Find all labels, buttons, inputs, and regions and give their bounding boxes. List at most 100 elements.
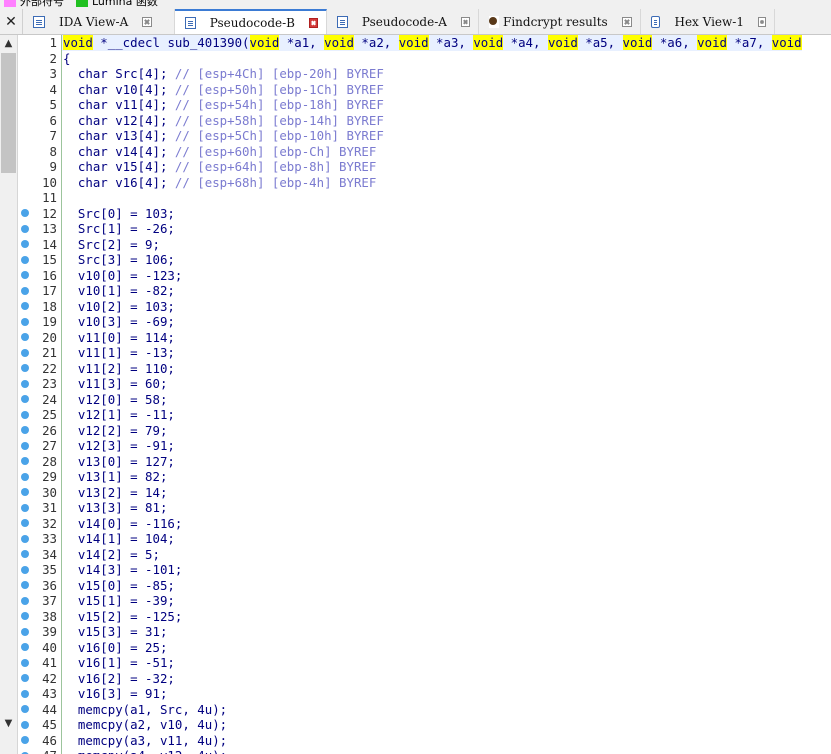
breakpoint-gutter[interactable]	[18, 720, 31, 729]
breakpoint-dot-icon[interactable]	[20, 674, 29, 683]
code-text[interactable]: void *__cdecl sub_401390(void *a1, void …	[62, 35, 802, 51]
code-line[interactable]: 21 v11[1] = -13;	[18, 345, 175, 361]
breakpoint-gutter[interactable]	[18, 736, 31, 745]
code-line[interactable]: 17 v10[1] = -82;	[18, 283, 175, 299]
breakpoint-gutter[interactable]	[18, 271, 31, 280]
code-text[interactable]: char v13[4]; // [esp+5Ch] [ebp-10h] BYRE…	[62, 128, 384, 144]
code-line[interactable]: 22 v11[2] = 110;	[18, 360, 175, 376]
close-all-icon[interactable]: ✕	[0, 9, 23, 34]
code-text[interactable]: Src[3] = 106;	[62, 252, 175, 268]
breakpoint-dot-icon[interactable]	[20, 627, 29, 636]
code-text[interactable]: char v16[4]; // [esp+68h] [ebp-4h] BYREF	[62, 175, 376, 191]
code-line[interactable]: 46 memcpy(a3, v11, 4u);	[18, 732, 227, 749]
scroll-down-icon[interactable]: ▼	[0, 715, 17, 732]
breakpoint-gutter[interactable]	[18, 627, 31, 636]
code-text[interactable]: memcpy(a1, Src, 4u);	[62, 702, 227, 718]
breakpoint-dot-icon[interactable]	[20, 596, 29, 605]
code-line[interactable]: 34 v14[2] = 5;	[18, 546, 160, 562]
vertical-scrollbar[interactable]: ▲ ▼	[0, 35, 18, 754]
code-line[interactable]: 36 v15[0] = -85;	[18, 577, 175, 593]
code-text[interactable]: v16[1] = -51;	[62, 655, 175, 671]
code-line[interactable]: 45 memcpy(a2, v10, 4u);	[18, 717, 227, 733]
breakpoint-dot-icon[interactable]	[20, 720, 29, 729]
code-line[interactable]: 29 v13[1] = 82;	[18, 469, 167, 485]
code-line[interactable]: 39 v15[3] = 31;	[18, 624, 167, 640]
breakpoint-dot-icon[interactable]	[20, 379, 29, 388]
breakpoint-dot-icon[interactable]	[20, 224, 29, 233]
breakpoint-gutter[interactable]	[18, 333, 31, 342]
breakpoint-gutter[interactable]	[18, 302, 31, 311]
code-line[interactable]: 35 v14[3] = -101;	[18, 562, 182, 578]
code-line[interactable]: 5 char v11[4]; // [esp+54h] [ebp-18h] BY…	[18, 97, 384, 113]
breakpoint-gutter[interactable]	[18, 550, 31, 559]
breakpoint-dot-icon[interactable]	[20, 736, 29, 745]
code-text[interactable]: v10[3] = -69;	[62, 314, 175, 330]
breakpoint-dot-icon[interactable]	[20, 612, 29, 621]
code-text[interactable]: v12[2] = 79;	[62, 423, 168, 439]
tab-ida-view-a[interactable]: IDA View-A	[23, 9, 175, 34]
breakpoint-dot-icon[interactable]	[20, 348, 29, 357]
code-text[interactable]: v15[1] = -39;	[62, 593, 175, 609]
breakpoint-dot-icon[interactable]	[20, 426, 29, 435]
code-line[interactable]: 41 v16[1] = -51;	[18, 655, 175, 671]
code-text[interactable]: v10[2] = 103;	[62, 299, 175, 315]
code-line[interactable]: 1 void *__cdecl sub_401390(void *a1, void…	[18, 35, 802, 51]
breakpoint-dot-icon[interactable]	[20, 441, 29, 450]
breakpoint-gutter[interactable]	[18, 410, 31, 419]
code-line[interactable]: 19 v10[3] = -69;	[18, 314, 175, 330]
breakpoint-dot-icon[interactable]	[20, 410, 29, 419]
pseudocode-editor[interactable]: 1 void *__cdecl sub_401390(void *a1, void…	[18, 35, 831, 754]
breakpoint-dot-icon[interactable]	[20, 643, 29, 652]
breakpoint-gutter[interactable]	[18, 519, 31, 528]
code-text[interactable]: v11[0] = 114;	[62, 330, 175, 346]
breakpoint-gutter[interactable]	[18, 503, 31, 512]
breakpoint-dot-icon[interactable]	[20, 534, 29, 543]
code-line[interactable]: 3 char Src[4]; // [esp+4Ch] [ebp-20h] BY…	[18, 66, 384, 82]
code-line[interactable]: 11	[18, 190, 63, 206]
breakpoint-gutter[interactable]	[18, 457, 31, 466]
breakpoint-gutter[interactable]	[18, 240, 31, 249]
tab-close-icon[interactable]	[621, 16, 632, 27]
code-text[interactable]: char v15[4]; // [esp+64h] [ebp-8h] BYREF	[62, 159, 376, 175]
breakpoint-gutter[interactable]	[18, 317, 31, 326]
code-text[interactable]: v11[3] = 60;	[62, 376, 168, 392]
code-line[interactable]: 31 v13[3] = 81;	[18, 500, 167, 516]
code-text[interactable]: Src[1] = -26;	[62, 221, 175, 237]
code-line[interactable]: 26 v12[2] = 79;	[18, 422, 168, 439]
code-text[interactable]: v13[3] = 81;	[62, 500, 168, 516]
breakpoint-dot-icon[interactable]	[20, 240, 29, 249]
breakpoint-gutter[interactable]	[18, 674, 31, 683]
code-line[interactable]: 38 v15[2] = -125;	[18, 608, 182, 625]
code-line[interactable]: 8 char v14[4]; // [esp+60h] [ebp-Ch] BYR…	[18, 143, 376, 159]
breakpoint-gutter[interactable]	[18, 705, 31, 714]
code-line[interactable]: 18 v10[2] = 103;	[18, 298, 175, 315]
code-line[interactable]: 23 v11[3] = 60;	[18, 376, 167, 392]
breakpoint-dot-icon[interactable]	[20, 488, 29, 497]
code-text[interactable]: char v11[4]; // [esp+54h] [ebp-18h] BYRE…	[62, 97, 384, 113]
code-text[interactable]: v14[1] = 104;	[62, 531, 175, 547]
code-text[interactable]: memcpy(a3, v11, 4u);	[62, 733, 227, 749]
code-text[interactable]: v10[1] = -82;	[62, 283, 175, 299]
tab-close-icon[interactable]	[309, 17, 318, 28]
breakpoint-dot-icon[interactable]	[20, 472, 29, 481]
breakpoint-gutter[interactable]	[18, 643, 31, 652]
breakpoint-dot-icon[interactable]	[20, 581, 29, 590]
code-line[interactable]: 33 v14[1] = 104;	[18, 531, 175, 547]
breakpoint-gutter[interactable]	[18, 209, 31, 218]
code-text[interactable]: v16[0] = 25;	[62, 640, 168, 656]
code-text[interactable]: memcpy(a4, v12, 4u);	[62, 748, 227, 754]
code-line[interactable]: 15 Src[3] = 106;	[18, 252, 175, 268]
code-line[interactable]: 6 char v12[4]; // [esp+58h] [ebp-14h] BY…	[18, 112, 384, 128]
code-text[interactable]: v15[2] = -125;	[62, 609, 182, 625]
tab-close-icon[interactable]	[460, 16, 470, 27]
scroll-thumb[interactable]	[1, 53, 16, 173]
breakpoint-gutter[interactable]	[18, 658, 31, 667]
breakpoint-gutter[interactable]	[18, 581, 31, 590]
breakpoint-gutter[interactable]	[18, 488, 31, 497]
code-text[interactable]: v14[3] = -101;	[62, 562, 182, 578]
breakpoint-gutter[interactable]	[18, 534, 31, 543]
breakpoint-dot-icon[interactable]	[20, 364, 29, 373]
code-line[interactable]: 28 v13[0] = 127;	[18, 453, 175, 469]
code-line[interactable]: 32 v14[0] = -116;	[18, 515, 182, 531]
breakpoint-dot-icon[interactable]	[20, 457, 29, 466]
